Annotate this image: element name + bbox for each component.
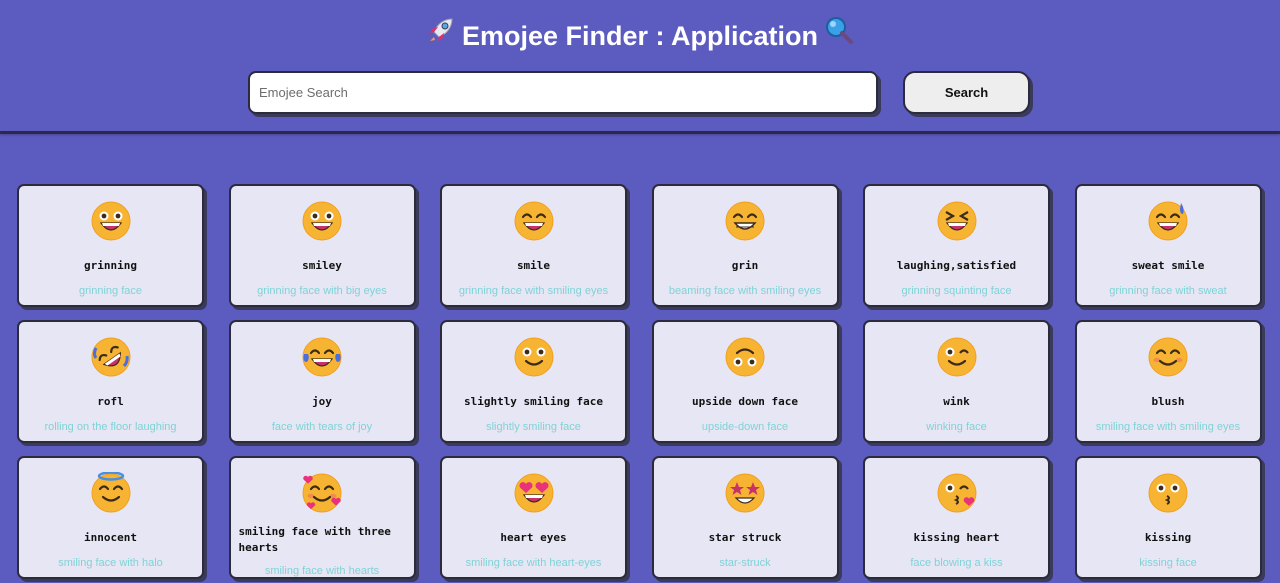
emoji-card-name: grinning: [84, 259, 137, 272]
emoji-card-description: slightly smiling face: [486, 421, 581, 433]
tears-of-joy-face-icon: [231, 336, 414, 378]
emoji-card[interactable]: slightly smiling face slightly smiling fa…: [440, 320, 627, 443]
grinning-face-icon: [19, 200, 202, 242]
upside-down-face-icon: [654, 336, 837, 378]
emoji-card-name: star struck: [708, 531, 782, 544]
emoji-card[interactable]: laughing,satisfied grinning squinting fac…: [863, 184, 1050, 307]
emoji-card-description: upside-down face: [701, 421, 789, 433]
emoji-card-name: kissing heart: [913, 531, 1000, 544]
kissing-heart-face-icon: [865, 472, 1048, 514]
emoji-card-name: smiley: [302, 259, 342, 272]
emoji-card[interactable]: grin beaming face with smiling eyes: [651, 184, 839, 307]
emoji-card-description: face with tears of joy: [271, 421, 373, 433]
rocket-icon: [426, 15, 456, 57]
emoji-card[interactable]: smiley grinning face with big eyes: [228, 184, 416, 307]
kissing-face-icon: [1077, 472, 1260, 514]
search-button[interactable]: Search: [903, 71, 1030, 114]
halo-face-icon: [19, 472, 202, 514]
emoji-card-description: smiling face with halo: [58, 557, 163, 569]
grinning-face-sweat-icon: [1077, 200, 1260, 242]
grinning-face-big-eyes-icon: [231, 200, 414, 242]
emoji-card[interactable]: blush smiling face with smiling eyes: [1074, 320, 1262, 443]
emoji-card[interactable]: upside down face upside-down face: [651, 320, 839, 443]
heart-eyes-face-icon: [442, 472, 625, 514]
three-hearts-face-icon: [231, 472, 414, 514]
emoji-card[interactable]: smile grinning face with smiling eyes: [440, 184, 627, 307]
emoji-card-name: innocent: [84, 531, 137, 544]
emoji-card[interactable]: kissing kissing face: [1074, 456, 1262, 579]
emoji-card-name: slightly smiling face: [463, 395, 604, 408]
emoji-card-name: laughing,satisfied: [896, 259, 1017, 272]
emoji-card-description: grinning squinting face: [901, 285, 1012, 297]
emoji-card-name: sweat smile: [1131, 259, 1205, 272]
emoji-search-input[interactable]: [248, 71, 878, 114]
emoji-card[interactable]: wink winking face: [863, 320, 1050, 443]
emoji-card[interactable]: star struck star-struck: [651, 456, 839, 579]
emoji-card[interactable]: kissing heart face blowing a kiss: [863, 456, 1050, 579]
emoji-card[interactable]: smiling face with three hearts smiling fa…: [228, 456, 416, 579]
emoji-card-description: smiling face with smiling eyes: [1095, 421, 1241, 433]
emoji-card-name: joy: [312, 395, 332, 408]
emoji-card-description: kissing face: [1139, 557, 1197, 569]
emoji-card[interactable]: rofl rolling on the floor laughing: [17, 320, 204, 443]
emoji-card-description: grinning face with smiling eyes: [458, 285, 609, 297]
emoji-card-name: heart eyes: [500, 531, 567, 544]
emoji-card-name: upside down face: [692, 395, 798, 408]
emoji-card-name: wink: [943, 395, 970, 408]
emoji-card-name: blush: [1151, 395, 1185, 408]
grinning-squinting-face-icon: [865, 200, 1048, 242]
emoji-card-description: star-struck: [719, 557, 771, 569]
star-struck-face-icon: [654, 472, 837, 514]
emoji-card[interactable]: grinning grinning face: [17, 184, 204, 307]
emoji-card-name: smiling face with three hearts: [238, 525, 391, 554]
emoji-card[interactable]: joy face with tears of joy: [228, 320, 416, 443]
emoji-card-grid: grinning grinning face smiley grinning face…: [17, 184, 1263, 579]
slightly-smiling-face-icon: [442, 336, 625, 378]
emoji-card-description: grinning face with sweat: [1109, 285, 1227, 297]
emoji-card-description: smiling face with hearts: [264, 565, 380, 577]
grinning-face-smiling-eyes-icon: [442, 200, 625, 242]
app-header: Emojee Finder : Application Search: [0, 0, 1280, 134]
emoji-card-description: beaming face with smiling eyes: [668, 285, 822, 297]
beaming-face-icon: [654, 200, 837, 242]
winking-face-icon: [865, 336, 1048, 378]
emoji-card-name: grin: [731, 259, 759, 272]
page-title: Emojee Finder : Application: [0, 17, 1280, 59]
emoji-card[interactable]: innocent smiling face with halo: [17, 456, 204, 579]
emoji-card-description: face blowing a kiss: [910, 557, 1003, 569]
emoji-card-description: grinning face with big eyes: [257, 285, 387, 297]
magnifier-icon: [824, 15, 854, 57]
emoji-card-description: smiling face with heart-eyes: [465, 557, 602, 569]
emoji-card-description: rolling on the floor laughing: [44, 421, 177, 433]
emoji-card-name: kissing: [1144, 531, 1192, 544]
rolling-laughing-face-icon: [19, 336, 202, 378]
emoji-card[interactable]: sweat smile grinning face with sweat: [1074, 184, 1262, 307]
emoji-card-name: rofl: [97, 395, 124, 408]
blushing-face-icon: [1077, 336, 1260, 378]
emoji-card-description: winking face: [926, 421, 987, 433]
emoji-card-description: grinning face: [79, 285, 142, 297]
emoji-card[interactable]: heart eyes smiling face with heart-eyes: [440, 456, 627, 579]
emoji-card-name: smile: [516, 259, 551, 272]
app-title-text: Emojee Finder : Application: [461, 21, 819, 52]
